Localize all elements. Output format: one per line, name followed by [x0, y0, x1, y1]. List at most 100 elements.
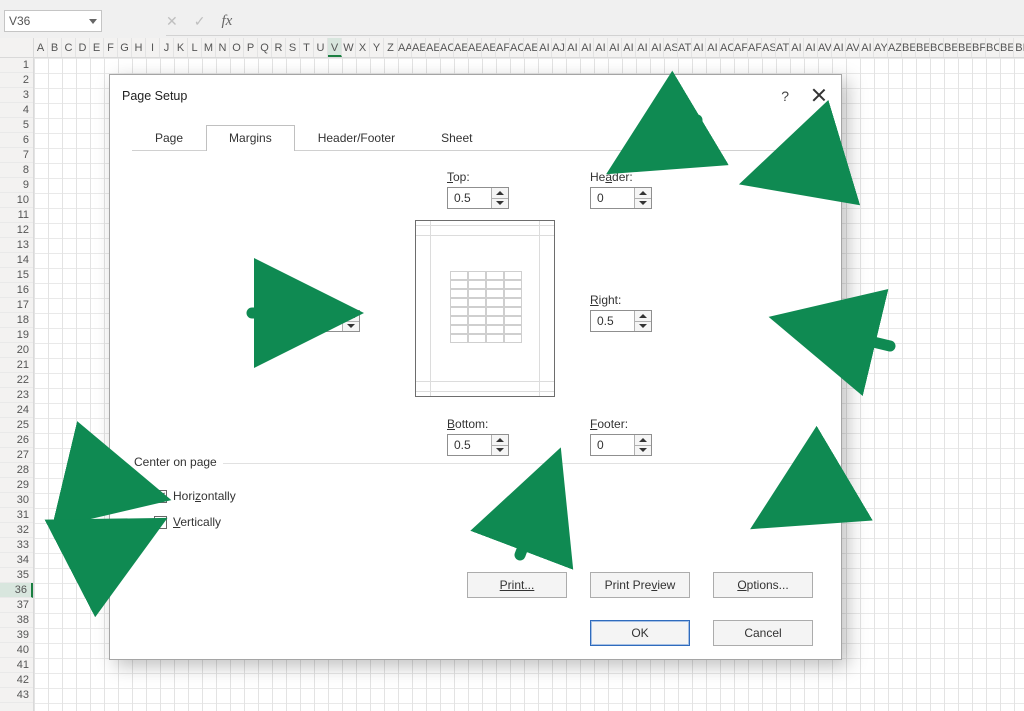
column-header[interactable]: S [286, 38, 300, 57]
row-header[interactable]: 15 [0, 268, 33, 283]
column-header[interactable]: AI [566, 38, 580, 57]
row-header[interactable]: 35 [0, 568, 33, 583]
column-header[interactable]: B [48, 38, 62, 57]
column-header[interactable]: AC [720, 38, 734, 57]
column-header[interactable]: U [314, 38, 328, 57]
right-margin-value[interactable]: 0.5 [591, 311, 634, 331]
row-header[interactable]: 38 [0, 613, 33, 628]
column-header[interactable]: R [272, 38, 286, 57]
top-margin-value[interactable]: 0.5 [448, 188, 491, 208]
row-header[interactable]: 21 [0, 358, 33, 373]
row-header[interactable]: 10 [0, 193, 33, 208]
column-header[interactable]: AF [496, 38, 510, 57]
row-header[interactable]: 5 [0, 118, 33, 133]
ok-button[interactable]: OK [590, 620, 690, 646]
column-header[interactable]: BC [930, 38, 944, 57]
column-header[interactable]: W [342, 38, 356, 57]
column-header[interactable]: AE [426, 38, 440, 57]
chevron-down-icon[interactable] [89, 19, 97, 24]
header-margin-input[interactable]: 0 [590, 187, 652, 209]
column-header[interactable]: AE [412, 38, 426, 57]
column-header[interactable]: AI [594, 38, 608, 57]
row-header[interactable]: 41 [0, 658, 33, 673]
column-header[interactable]: AI [860, 38, 874, 57]
column-header[interactable]: Q [258, 38, 272, 57]
column-header[interactable]: BE [916, 38, 930, 57]
row-header[interactable]: 14 [0, 253, 33, 268]
column-header[interactable]: AI [650, 38, 664, 57]
horizontally-checkbox[interactable]: Horizontally [154, 489, 236, 503]
tab-page[interactable]: Page [132, 125, 206, 151]
column-header[interactable]: AT [678, 38, 692, 57]
column-header[interactable]: Y [370, 38, 384, 57]
row-header[interactable]: 17 [0, 298, 33, 313]
print-button[interactable]: Print... [467, 572, 567, 598]
row-header[interactable]: 24 [0, 403, 33, 418]
row-header[interactable]: 25 [0, 418, 33, 433]
row-header[interactable]: 39 [0, 628, 33, 643]
row-header[interactable]: 11 [0, 208, 33, 223]
spin-down-icon[interactable] [635, 199, 651, 209]
row-header[interactable]: 4 [0, 103, 33, 118]
formula-bar[interactable] [166, 35, 1024, 36]
row-header[interactable]: 6 [0, 133, 33, 148]
column-header[interactable]: AT [776, 38, 790, 57]
bottom-margin-value[interactable]: 0.5 [448, 435, 491, 455]
column-header[interactable]: BE [902, 38, 916, 57]
tab-margins[interactable]: Margins [206, 125, 295, 151]
row-header[interactable]: 2 [0, 73, 33, 88]
column-header[interactable]: T [300, 38, 314, 57]
header-margin-value[interactable]: 0 [591, 188, 634, 208]
column-header[interactable]: AI [692, 38, 706, 57]
row-header[interactable]: 3 [0, 88, 33, 103]
cancel-button[interactable]: Cancel [713, 620, 813, 646]
row-header[interactable]: 40 [0, 643, 33, 658]
column-header[interactable]: O [230, 38, 244, 57]
checkbox-icon[interactable] [154, 516, 167, 529]
row-header[interactable]: 29 [0, 478, 33, 493]
column-header[interactable]: AI [608, 38, 622, 57]
checkbox-icon[interactable] [154, 490, 167, 503]
row-header[interactable]: 37 [0, 598, 33, 613]
column-header[interactable]: E [90, 38, 104, 57]
column-header[interactable]: AY [874, 38, 888, 57]
column-header[interactable]: AI [580, 38, 594, 57]
row-header[interactable]: 13 [0, 238, 33, 253]
row-header[interactable]: 34 [0, 553, 33, 568]
spin-up-icon[interactable] [635, 188, 651, 199]
tab-headerfooter[interactable]: Header/Footer [295, 125, 418, 151]
column-header[interactable]: AC [440, 38, 454, 57]
column-header[interactable]: AI [790, 38, 804, 57]
column-headers[interactable]: ABCDEFGHIJKLMNOPQRSTUVWXYZAAAEAEACAEAEAE… [0, 38, 1024, 58]
bottom-margin-input[interactable]: 0.5 [447, 434, 509, 456]
column-header[interactable]: AJ [552, 38, 566, 57]
cancel-icon[interactable]: ✕ [166, 13, 178, 30]
column-header[interactable]: BF [972, 38, 986, 57]
column-header[interactable]: AE [468, 38, 482, 57]
column-header[interactable]: H [132, 38, 146, 57]
row-header[interactable]: 20 [0, 343, 33, 358]
vertically-checkbox[interactable]: Vertically [154, 515, 221, 529]
column-header[interactable]: AI [804, 38, 818, 57]
column-header[interactable]: V [328, 38, 342, 57]
column-header[interactable]: AI [622, 38, 636, 57]
column-header[interactable]: J [160, 38, 174, 57]
column-header[interactable]: AF [748, 38, 762, 57]
row-header[interactable]: 22 [0, 373, 33, 388]
row-header[interactable]: 7 [0, 148, 33, 163]
column-header[interactable]: N [216, 38, 230, 57]
row-header[interactable]: 28 [0, 463, 33, 478]
select-all-corner[interactable] [0, 38, 34, 57]
tab-sheet[interactable]: Sheet [418, 125, 495, 151]
column-header[interactable]: I [146, 38, 160, 57]
spin-down-icon[interactable] [343, 322, 359, 332]
row-header[interactable]: 23 [0, 388, 33, 403]
options-button[interactable]: Options... [713, 572, 813, 598]
column-header[interactable]: AC [510, 38, 524, 57]
footer-margin-input[interactable]: 0 [590, 434, 652, 456]
column-header[interactable]: Z [384, 38, 398, 57]
spin-down-icon[interactable] [635, 446, 651, 456]
column-header[interactable]: AV [846, 38, 860, 57]
column-header[interactable]: A [34, 38, 48, 57]
spin-up-icon[interactable] [492, 435, 508, 446]
